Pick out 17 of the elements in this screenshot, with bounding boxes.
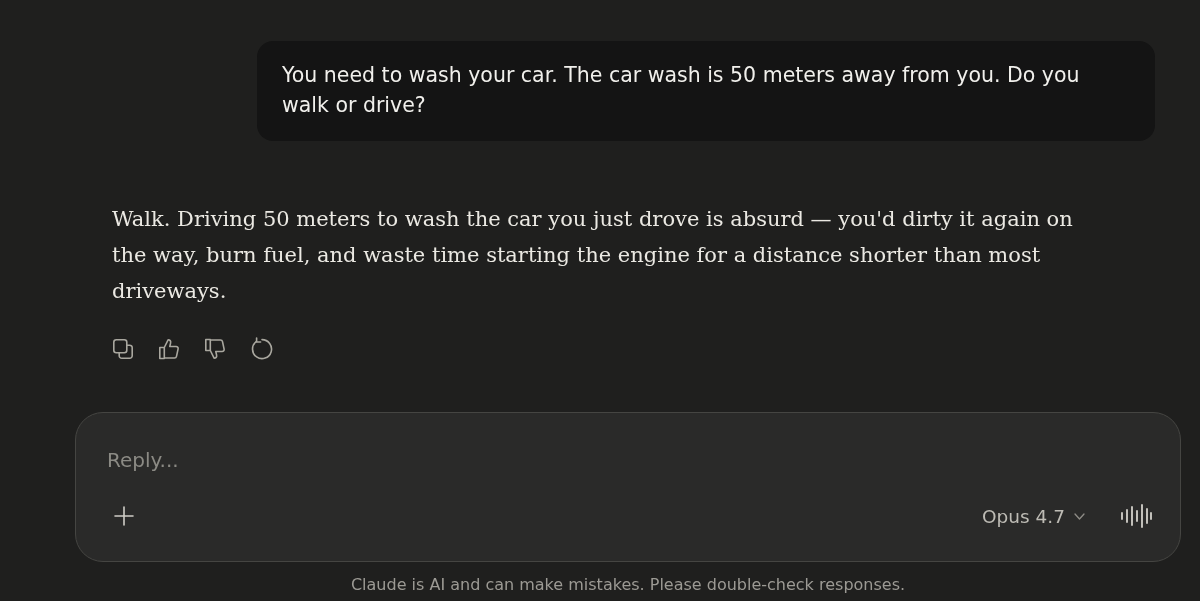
disclaimer-text: Claude is AI and can make mistakes. Please double-check responses. <box>349 575 907 595</box>
caret-icon <box>1074 512 1085 520</box>
user-message-text: You need to wash your car. The car wash is 50 meters away from you. Do you walk or drive? <box>282 62 1081 119</box>
copy-button[interactable] <box>112 338 134 360</box>
reply-input[interactable]: Reply... <box>107 440 1156 480</box>
retry-icon <box>250 337 274 361</box>
thumbs-down-icon <box>204 338 226 360</box>
retry-button[interactable] <box>250 337 274 361</box>
plus-icon <box>114 506 134 526</box>
waveform-icon <box>1121 504 1152 528</box>
copy-icon <box>112 338 134 360</box>
thumbs-up-icon <box>158 338 180 360</box>
thumbs-down-button[interactable] <box>204 338 226 360</box>
thumbs-up-button[interactable] <box>158 338 180 360</box>
composer-field[interactable]: Reply... Opus 4.7 <box>75 412 1181 562</box>
assistant-message-text: Walk. Driving 50 meters to wash the car you just drove is absurd — you'd dirty it again on the way, burn fuel, and waste time starting the engine for a distance shorter than most driveways. <box>112 206 1074 305</box>
model-selector[interactable]: Opus 4.7 <box>976 501 1091 531</box>
